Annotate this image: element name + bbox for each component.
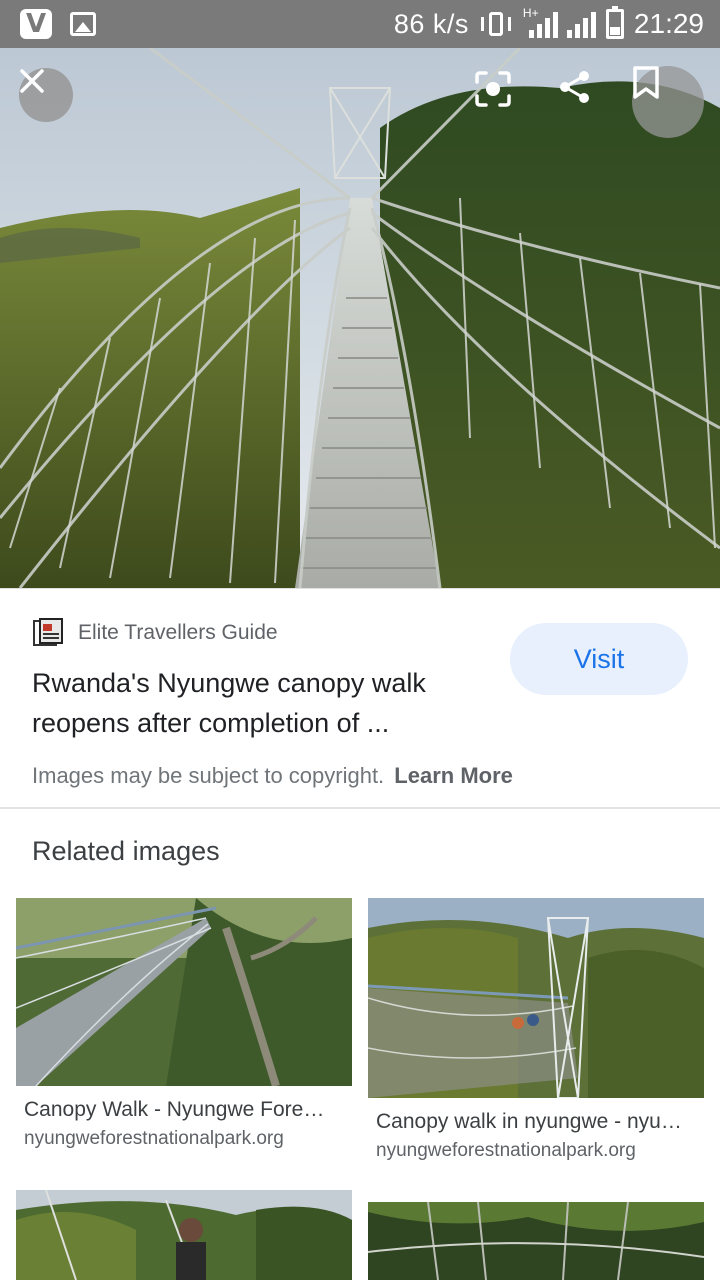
related-thumbnail[interactable] [368,1202,704,1280]
related-images-heading: Related images [32,836,220,866]
related-image-card[interactable]: Canopy walk in nyungwe - nyu… nyungwefor… [368,898,704,1170]
divider [0,807,720,809]
canopy-bridge-photo [0,48,720,588]
vibrate-icon [479,11,513,37]
source-favicon [32,617,64,649]
source-name: Elite Travellers Guide [78,621,278,644]
related-thumbnail[interactable] [16,1190,352,1280]
result-title[interactable]: Rwanda's Nyungwe canopy walk reopens aft… [32,663,482,743]
network-type: H+ [522,6,539,20]
result-info: Elite Travellers Guide Rwanda's Nyungwe … [0,588,720,808]
save-button[interactable] [632,66,704,138]
close-button[interactable] [19,68,73,122]
lens-button[interactable] [474,70,528,124]
copyright-notice: Images may be subject to copyright. Lear… [32,763,513,789]
related-image-card[interactable] [368,1202,704,1280]
related-domain: nyungweforestnationalpark.org [24,1128,284,1149]
related-image-card[interactable] [16,1190,352,1280]
related-image-card[interactable]: Canopy Walk - Nyungwe Fore… nyungwefores… [16,898,352,1158]
lens-icon [475,71,511,107]
bookmark-icon [633,66,659,99]
related-title: Canopy Walk - Nyungwe Fore… [24,1098,325,1121]
clock: 21:29 [633,8,704,39]
related-domain: nyungweforestnationalpark.org [376,1140,636,1161]
main-image[interactable] [0,48,720,588]
status-bar: V 86 k/s H+ 21:29 [0,0,720,48]
signal-icon: H+ [523,6,596,38]
network-speed: 86 k/s [393,8,469,39]
learn-more-link[interactable]: Learn More [394,763,513,788]
share-icon [560,71,589,103]
visit-button[interactable]: Visit [510,623,688,695]
share-button[interactable] [558,70,612,124]
app-notification-icon: V [20,9,52,39]
related-thumbnail[interactable] [16,898,352,1086]
related-thumbnail[interactable] [368,898,704,1098]
source-row[interactable]: Elite Travellers Guide [32,617,278,649]
close-icon [20,69,44,93]
image-notification-icon [70,12,96,36]
battery-icon [605,6,624,39]
related-title: Canopy walk in nyungwe - nyu… [376,1110,682,1133]
copyright-text: Images may be subject to copyright. [32,763,385,788]
